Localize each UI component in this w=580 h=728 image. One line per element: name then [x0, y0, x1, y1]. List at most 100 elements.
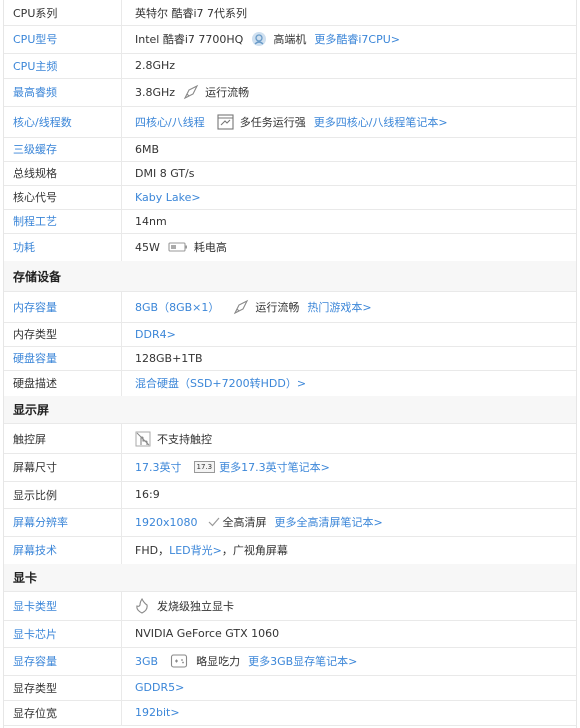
tag-text: 耗电高: [193, 241, 227, 254]
spec-value: 16:9: [135, 488, 160, 501]
spec-row-resolution: 屏幕分辨率 1920x1080 全高清屏 更多全高清屏笔记本>: [4, 508, 576, 537]
spec-label-link[interactable]: 显卡芯片: [4, 620, 122, 647]
bus-width-link[interactable]: 192bit>: [135, 706, 180, 719]
more-3gb-vram-link[interactable]: 更多3GB显存笔记本>: [248, 653, 357, 669]
spec-label-link[interactable]: 制程工艺: [4, 209, 122, 233]
spec-row-bus-width: 显存位宽 192bit>: [4, 700, 576, 726]
resolution-link[interactable]: 1920x1080: [135, 516, 198, 529]
cores-value-link[interactable]: 四核心/八线程: [135, 114, 205, 130]
spec-label-link[interactable]: CPU主频: [4, 53, 122, 78]
spec-row-codename: 核心代号 Kaby Lake>: [4, 185, 576, 210]
spec-value: 128GB+1TB: [135, 351, 203, 365]
no-touch-icon: [135, 431, 151, 447]
spec-label: 核心代号: [4, 185, 122, 209]
ram-type-link[interactable]: DDR4>: [135, 328, 176, 341]
spec-value: 3.8GHz: [135, 85, 176, 99]
led-backlight-link[interactable]: LED背光>: [169, 542, 222, 558]
spec-row-gpu-chip: 显卡芯片 NVIDIA GeForce GTX 1060: [4, 620, 576, 648]
spec-label: 显示比例: [4, 481, 122, 508]
spec-value: DMI 8 GT/s: [135, 166, 195, 180]
spec-label-link[interactable]: 显卡类型: [4, 592, 122, 620]
spec-row-touch: 触控屏 不支持触控: [4, 424, 576, 454]
spec-row-vram: 显存容量 3GB 略显吃力 更多3GB显存笔记本>: [4, 647, 576, 676]
high-end-icon: [251, 31, 267, 47]
spec-row-cpu-turbo: 最高睿频 3.8GHz 运行流畅: [4, 78, 576, 107]
more-quad-core-link[interactable]: 更多四核心/八线程笔记本>: [314, 114, 448, 130]
ram-value-link[interactable]: 8GB（8GB×1）: [135, 299, 219, 315]
tag-text: 发烧级独立显卡: [157, 600, 234, 613]
screen-size-link[interactable]: 17.3英寸: [135, 459, 182, 475]
tag-text: 多任务运行强: [239, 115, 306, 129]
more-fhd-link[interactable]: 更多全高清屏笔记本>: [275, 514, 383, 530]
spec-label: 内存类型: [4, 322, 122, 346]
checkmark-icon: [208, 517, 220, 527]
spec-label-link[interactable]: CPU型号: [4, 25, 122, 53]
spec-value: NVIDIA GeForce GTX 1060: [135, 627, 280, 640]
tag-text: 高端机: [273, 33, 307, 46]
spec-row-ram-type: 内存类型 DDR4>: [4, 322, 576, 347]
spec-label: 显存类型: [4, 675, 122, 700]
spec-row-gpu-type: 显卡类型 发烧级独立显卡: [4, 592, 576, 621]
spec-label-link[interactable]: 硬盘容量: [4, 346, 122, 370]
battery-icon: [168, 241, 188, 253]
spec-row-power: 功耗 45W 耗电高: [4, 233, 576, 262]
tag-text: 全高清屏: [222, 516, 267, 529]
spec-label-link[interactable]: 屏幕技术: [4, 536, 122, 564]
gamepad-icon: [170, 653, 188, 669]
spec-label-link[interactable]: 显存容量: [4, 647, 122, 675]
spec-value: 英特尔 酷睿i7 7代系列: [135, 6, 248, 20]
vram-link[interactable]: 3GB: [135, 655, 158, 668]
screen-size-badge: 17.3: [193, 461, 216, 473]
spec-table: CPU系列 英特尔 酷睿i7 7代系列 CPU型号 Intel 酷睿i7 770…: [3, 0, 577, 728]
section-header-display: 显示屏: [4, 396, 576, 424]
tag-text: 不支持触控: [157, 432, 212, 446]
spec-value: FHD，: [135, 544, 170, 557]
spec-label-link[interactable]: 屏幕分辨率: [4, 508, 122, 536]
spec-value: ，广视角屏幕: [221, 544, 288, 557]
spec-label-link[interactable]: 核心/线程数: [4, 106, 122, 137]
spec-label: 显存位宽: [4, 700, 122, 725]
spec-label: 触控屏: [4, 424, 122, 453]
codename-link[interactable]: Kaby Lake>: [135, 191, 201, 204]
spec-label: 屏幕尺寸: [4, 453, 122, 481]
disk-desc-link[interactable]: 混合硬盘（SSD+7200转HDD）>: [135, 375, 306, 391]
spec-value: 14nm: [135, 214, 167, 228]
section-header-gpu: 显卡: [4, 564, 576, 592]
spec-row-bus: 总线规格 DMI 8 GT/s: [4, 161, 576, 186]
spec-label: 总线规格: [4, 161, 122, 185]
spec-row-screen-size: 屏幕尺寸 17.3英寸 17.3 更多17.3英寸笔记本>: [4, 453, 576, 482]
spec-label: 硬盘描述: [4, 370, 122, 396]
rocket-icon: [233, 299, 249, 315]
spec-label-link[interactable]: 内存容量: [4, 292, 122, 322]
spec-row-disk: 硬盘容量 128GB+1TB: [4, 346, 576, 371]
rocket-icon: [183, 84, 199, 100]
spec-row-aspect-ratio: 显示比例 16:9: [4, 481, 576, 509]
spec-row-cache: 三级缓存 6MB: [4, 137, 576, 162]
spec-row-cpu-series: CPU系列 英特尔 酷睿i7 7代系列: [4, 0, 576, 26]
spec-value: 2.8GHz: [135, 59, 176, 72]
spec-value: 6MB: [135, 142, 160, 156]
section-header-storage: 存储设备: [4, 261, 576, 292]
more-i7-cpu-link[interactable]: 更多酷睿i7CPU>: [314, 31, 400, 47]
spec-value: 45W: [135, 240, 160, 254]
spec-label-link[interactable]: 最高睿频: [4, 78, 122, 106]
spec-label-link[interactable]: 功耗: [4, 233, 122, 261]
spec-label-link[interactable]: 三级缓存: [4, 137, 122, 161]
spec-row-vram-type: 显存类型 GDDR5>: [4, 675, 576, 701]
spec-row-screen-tech: 屏幕技术 FHD， LED背光> ，广视角屏幕: [4, 536, 576, 565]
spec-row-process: 制程工艺 14nm: [4, 209, 576, 234]
tag-text: 略显吃力: [196, 655, 241, 668]
spec-row-disk-desc: 硬盘描述 混合硬盘（SSD+7200转HDD）>: [4, 370, 576, 397]
hot-gaming-laptop-link[interactable]: 热门游戏本>: [307, 299, 371, 315]
spec-row-ram: 内存容量 8GB（8GB×1） 运行流畅 热门游戏本>: [4, 292, 576, 323]
spec-row-cpu-freq: CPU主频 2.8GHz: [4, 53, 576, 79]
spec-row-cpu-cores: 核心/线程数 四核心/八线程 多任务运行强 更多四核心/八线程笔记本>: [4, 106, 576, 138]
flame-icon: [135, 598, 149, 614]
screen-size-icon: 17.3: [193, 461, 216, 473]
tag-text: 运行流畅: [205, 86, 250, 99]
vram-type-link[interactable]: GDDR5>: [135, 681, 184, 694]
spec-value: Intel 酷睿i7 7700HQ: [135, 33, 244, 46]
more-17-inch-link[interactable]: 更多17.3英寸笔记本>: [219, 459, 330, 475]
multitask-window-icon: [217, 113, 234, 130]
tag-text: 运行流畅: [255, 301, 300, 314]
